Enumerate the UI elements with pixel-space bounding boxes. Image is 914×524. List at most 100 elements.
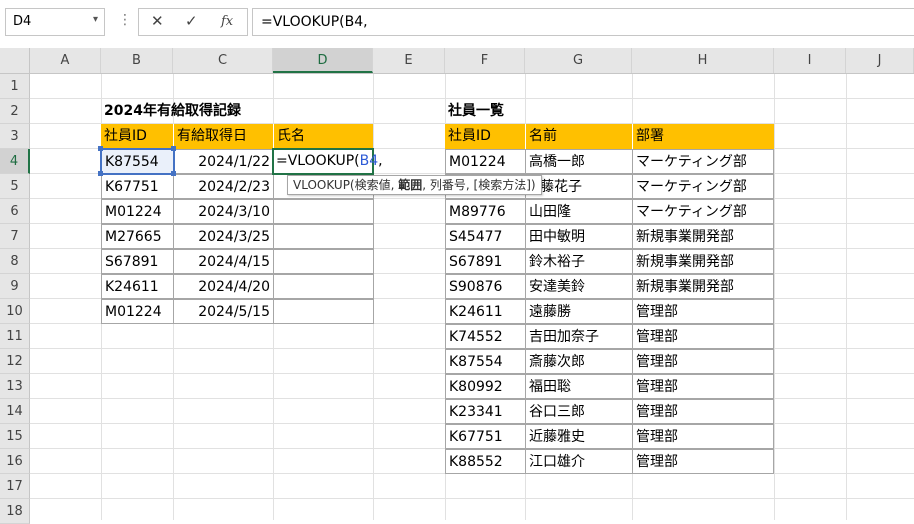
- table-row-cell[interactable]: K67751: [445, 424, 526, 449]
- chevron-down-icon[interactable]: ▾: [93, 14, 98, 25]
- column-header-h[interactable]: H: [632, 48, 774, 73]
- table-row-cell[interactable]: [273, 199, 374, 224]
- row-header-14[interactable]: 14: [0, 399, 30, 424]
- column-header-a[interactable]: A: [30, 48, 101, 73]
- row-header-18[interactable]: 18: [0, 499, 30, 524]
- formula-input[interactable]: =VLOOKUP(B4,: [252, 8, 914, 36]
- tooltip-arg-range[interactable]: 範囲: [398, 178, 422, 192]
- left-table-title[interactable]: 2024年有給取得記録: [101, 99, 301, 124]
- reference-handle[interactable]: [171, 146, 176, 151]
- table-row-cell[interactable]: 管理部: [632, 349, 774, 374]
- column-header-i[interactable]: I: [774, 48, 846, 73]
- table-row-cell[interactable]: 管理部: [632, 324, 774, 349]
- row-header-8[interactable]: 8: [0, 249, 30, 274]
- table-row-cell[interactable]: S90876: [445, 274, 526, 299]
- row-header-15[interactable]: 15: [0, 424, 30, 449]
- reference-handle[interactable]: [98, 146, 103, 151]
- table-row-cell[interactable]: [273, 274, 374, 299]
- table-row-cell[interactable]: 吉田加奈子: [525, 324, 633, 349]
- column-header-j[interactable]: J: [846, 48, 914, 73]
- table-row-cell[interactable]: 2024/5/15: [173, 299, 274, 324]
- table-row-cell[interactable]: 2024/3/25: [173, 224, 274, 249]
- table-row-cell[interactable]: M01224: [101, 199, 174, 224]
- table-row-cell[interactable]: マーケティング部: [632, 174, 774, 199]
- table-row-cell[interactable]: M01224: [445, 149, 526, 174]
- table-row-cell[interactable]: 安達美鈴: [525, 274, 633, 299]
- table-row-cell[interactable]: 山田隆: [525, 199, 633, 224]
- row-header-3[interactable]: 3: [0, 124, 30, 149]
- row-header-1[interactable]: 1: [0, 74, 30, 99]
- name-box[interactable]: D4 ▾: [5, 8, 105, 36]
- row-header-5[interactable]: 5: [0, 174, 30, 199]
- table-row-cell[interactable]: 鈴木裕子: [525, 249, 633, 274]
- more-options-icon[interactable]: ⋮: [118, 12, 132, 28]
- table-row-cell[interactable]: 新規事業開発部: [632, 224, 774, 249]
- table-row-cell[interactable]: 新規事業開発部: [632, 249, 774, 274]
- reference-handle[interactable]: [171, 171, 176, 176]
- row-header-17[interactable]: 17: [0, 474, 30, 499]
- table-row-cell[interactable]: M27665: [101, 224, 174, 249]
- table-row-cell[interactable]: 2024/4/15: [173, 249, 274, 274]
- cancel-icon[interactable]: ✕: [151, 12, 164, 30]
- row-header-4[interactable]: 4: [0, 149, 30, 174]
- table-row-cell[interactable]: [273, 249, 374, 274]
- row-header-11[interactable]: 11: [0, 324, 30, 349]
- column-header-g[interactable]: G: [525, 48, 632, 73]
- table-row-cell[interactable]: 2024/4/20: [173, 274, 274, 299]
- right-header-name[interactable]: 名前: [525, 124, 632, 149]
- reference-handle[interactable]: [98, 171, 103, 176]
- right-table-title[interactable]: 社員一覧: [445, 99, 565, 124]
- table-row-cell[interactable]: マーケティング部: [632, 149, 774, 174]
- tooltip-arg-lookup-value[interactable]: 検索値: [355, 178, 391, 192]
- table-row-cell[interactable]: S67891: [101, 249, 174, 274]
- table-row-cell[interactable]: 斎藤次郎: [525, 349, 633, 374]
- table-row-cell[interactable]: M01224: [101, 299, 174, 324]
- function-tooltip[interactable]: VLOOKUP(検索値, 範囲, 列番号, [検索方法]): [287, 175, 542, 195]
- right-header-employee-id[interactable]: 社員ID: [445, 124, 525, 149]
- row-header-6[interactable]: 6: [0, 199, 30, 224]
- table-row-cell[interactable]: S45477: [445, 224, 526, 249]
- enter-icon[interactable]: ✓: [185, 12, 198, 30]
- table-row-cell[interactable]: [273, 299, 374, 324]
- table-row-cell[interactable]: 管理部: [632, 399, 774, 424]
- table-row-cell[interactable]: K88552: [445, 449, 526, 474]
- table-row-cell[interactable]: K87554: [445, 349, 526, 374]
- table-row-cell[interactable]: 高橋一郎: [525, 149, 633, 174]
- table-row-cell[interactable]: 管理部: [632, 299, 774, 324]
- left-header-name[interactable]: 氏名: [273, 124, 373, 149]
- insert-function-icon[interactable]: fx: [221, 14, 233, 29]
- table-row-cell[interactable]: K24611: [445, 299, 526, 324]
- row-header-16[interactable]: 16: [0, 449, 30, 474]
- column-header-f[interactable]: F: [445, 48, 525, 73]
- active-cell-d4[interactable]: =VLOOKUP(B4,: [272, 148, 383, 175]
- table-row-cell[interactable]: 近藤雅史: [525, 424, 633, 449]
- table-row-cell[interactable]: K74552: [445, 324, 526, 349]
- table-row-cell[interactable]: 田中敏明: [525, 224, 633, 249]
- left-header-employee-id[interactable]: 社員ID: [101, 124, 173, 149]
- table-row-cell[interactable]: K80992: [445, 374, 526, 399]
- row-header-2[interactable]: 2: [0, 99, 30, 124]
- table-row-cell[interactable]: 管理部: [632, 374, 774, 399]
- table-row-cell[interactable]: 2024/3/10: [173, 199, 274, 224]
- table-row-cell[interactable]: 谷口三郎: [525, 399, 633, 424]
- tooltip-function-name[interactable]: VLOOKUP(: [293, 178, 355, 192]
- table-row-cell[interactable]: K23341: [445, 399, 526, 424]
- select-all-corner[interactable]: [0, 48, 30, 74]
- row-header-10[interactable]: 10: [0, 299, 30, 324]
- editing-formula[interactable]: =VLOOKUP(B4,: [276, 150, 383, 173]
- table-row-cell[interactable]: 遠藤勝: [525, 299, 633, 324]
- column-header-e[interactable]: E: [373, 48, 445, 73]
- row-header-9[interactable]: 9: [0, 274, 30, 299]
- row-header-12[interactable]: 12: [0, 349, 30, 374]
- column-header-c[interactable]: C: [173, 48, 273, 73]
- column-header-d[interactable]: D: [273, 48, 373, 73]
- row-header-13[interactable]: 13: [0, 374, 30, 399]
- left-header-leave-date[interactable]: 有給取得日: [173, 124, 273, 149]
- table-row-cell[interactable]: K67751: [101, 174, 174, 199]
- table-row-cell[interactable]: 新規事業開発部: [632, 274, 774, 299]
- tooltip-rest-args[interactable]: , 列番号, [検索方法]): [422, 178, 535, 192]
- table-row-cell[interactable]: K24611: [101, 274, 174, 299]
- table-row-cell[interactable]: 福田聡: [525, 374, 633, 399]
- table-row-cell[interactable]: S67891: [445, 249, 526, 274]
- table-row-cell[interactable]: 2024/2/23: [173, 174, 274, 199]
